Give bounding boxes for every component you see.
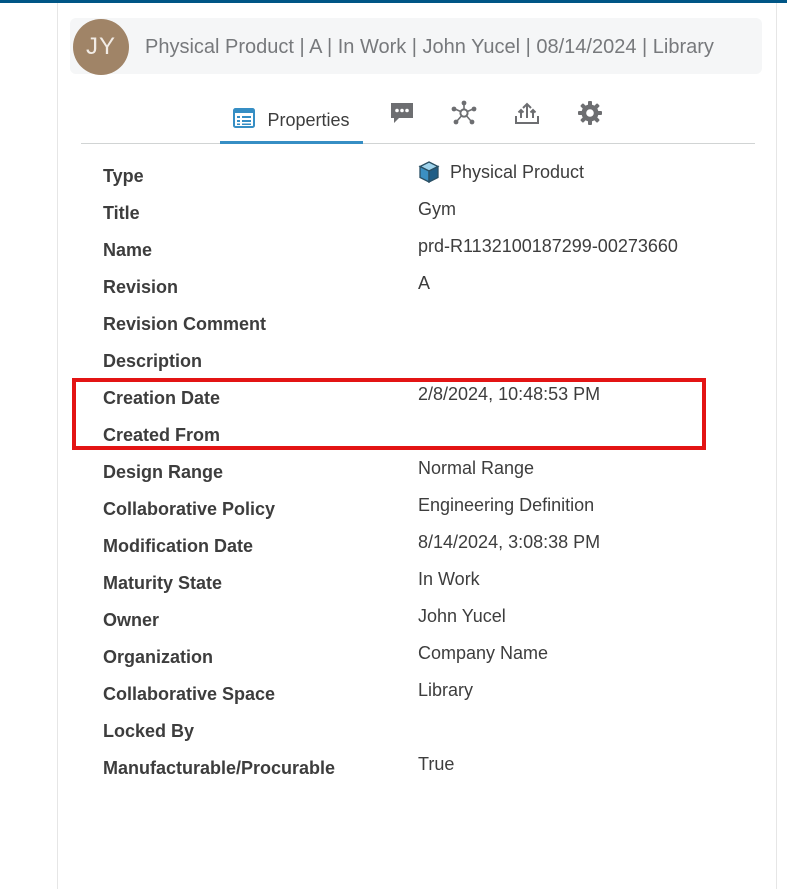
prop-label-owner: Owner <box>103 610 160 630</box>
tab-properties[interactable]: Properties <box>220 100 363 144</box>
prop-value-title: Gym <box>418 199 456 219</box>
object-header-title: Physical Product | A | In Work | John Yu… <box>145 36 714 58</box>
relations-icon <box>451 100 477 131</box>
share-upload-icon <box>514 100 540 131</box>
properties-list-icon <box>233 108 256 133</box>
tab-settings[interactable] <box>573 94 607 137</box>
prop-label-revision-comment: Revision Comment <box>103 314 267 334</box>
panel-tabs: Properties <box>81 100 755 144</box>
prop-label-maturity-state: Maturity State <box>103 573 223 593</box>
avatar[interactable]: JY <box>73 19 129 75</box>
prop-label-organization: Organization <box>103 647 214 667</box>
prop-label-modification-date: Modification Date <box>103 536 254 556</box>
prop-value-manufacturable-procurable: True <box>418 754 455 774</box>
prop-value-collaborative-space: Library <box>418 680 474 700</box>
tab-comments[interactable] <box>385 94 419 137</box>
prop-value-name: prd-R1132100187299-00273660 <box>418 236 678 256</box>
right-panel-divider <box>776 3 777 889</box>
prop-value-maturity-state: In Work <box>418 569 480 589</box>
tab-share[interactable] <box>510 94 544 137</box>
prop-label-name: Name <box>103 240 153 260</box>
prop-value-type: Physical Product <box>450 162 585 182</box>
prop-label-description: Description <box>103 351 203 371</box>
left-panel-divider <box>57 3 58 889</box>
prop-value-organization: Company Name <box>418 643 549 663</box>
physical-product-cube-icon <box>418 161 440 184</box>
prop-label-revision: Revision <box>103 277 179 297</box>
prop-value-collaborative-policy: Engineering Definition <box>418 495 595 515</box>
prop-value-revision: A <box>418 273 431 293</box>
prop-label-collaborative-policy: Collaborative Policy <box>103 499 276 519</box>
tab-relations[interactable] <box>447 94 481 137</box>
prop-label-type: Type <box>103 166 144 186</box>
top-accent-bar <box>0 0 787 3</box>
highlight-annotation-box <box>72 378 706 450</box>
object-header: JY Physical Product | A | In Work | John… <box>70 18 762 75</box>
gear-icon <box>577 100 603 131</box>
prop-label-locked-by: Locked By <box>103 721 195 741</box>
prop-value-owner: John Yucel <box>418 606 506 626</box>
prop-value-design-range: Normal Range <box>418 458 535 478</box>
prop-label-title: Title <box>103 203 140 223</box>
comment-icon <box>389 101 415 130</box>
prop-label-collaborative-space: Collaborative Space <box>103 684 276 704</box>
prop-label-design-range: Design Range <box>103 462 224 482</box>
prop-label-manufacturable-procurable: Manufacturable/Procurable <box>103 758 336 778</box>
tab-properties-label: Properties <box>267 110 350 130</box>
prop-value-modification-date: 8/14/2024, 3:08:38 PM <box>418 532 601 552</box>
